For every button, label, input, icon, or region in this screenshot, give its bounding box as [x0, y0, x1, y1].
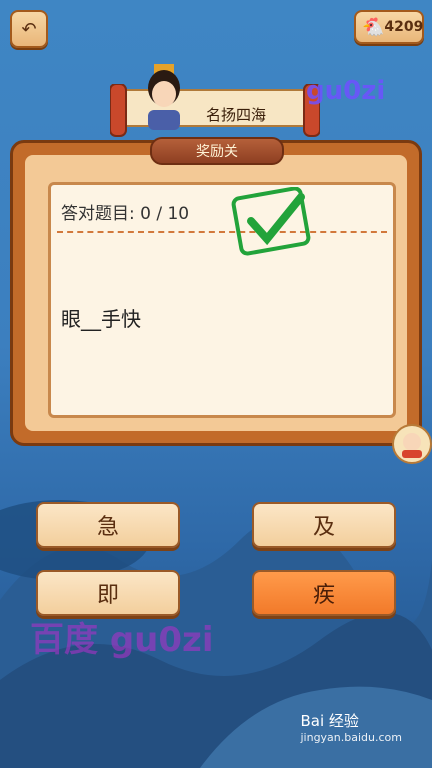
baidu-url: jingyan.baidu.com	[300, 731, 402, 744]
answer-label: 及	[312, 515, 335, 540]
answer-button-2[interactable]: 及	[252, 502, 396, 548]
watermark-bottom: 百度 gu0zi	[30, 620, 214, 660]
question-paper: 答对题目: 0 / 10 眼__手快	[48, 182, 396, 418]
chicken-coin-icon: 🐔	[362, 16, 385, 38]
back-button[interactable]: ↶	[10, 10, 48, 48]
section-tab: 奖励关	[150, 137, 284, 165]
progress-text: 答对题目: 0 / 10	[61, 204, 190, 224]
answer-button-4[interactable]: 疾	[252, 570, 396, 616]
coin-value: 4209	[384, 19, 424, 35]
level-name: 名扬四海	[206, 106, 267, 124]
answer-label: 疾	[312, 583, 335, 608]
back-arrow-icon: ↶	[21, 18, 37, 40]
dashed-divider	[57, 231, 387, 233]
baidu-brand: Bai 经验	[300, 712, 359, 730]
baidu-jingyan-logo: Bai 经验 jingyan.baidu.com	[300, 710, 402, 744]
watermark-top: gu0zi	[306, 76, 386, 106]
character-avatar	[140, 64, 188, 132]
idiom-question: 眼__手快	[61, 307, 141, 331]
answer-label: 即	[96, 583, 119, 608]
check-stamp-icon	[231, 187, 311, 256]
answer-button-3[interactable]: 即	[36, 570, 180, 616]
helper-icon	[402, 433, 422, 458]
answer-label: 急	[96, 515, 119, 540]
helper-avatar-button[interactable]	[392, 424, 432, 464]
answer-button-1[interactable]: 急	[36, 502, 180, 548]
coin-counter[interactable]: 🐔 4209	[354, 10, 424, 44]
